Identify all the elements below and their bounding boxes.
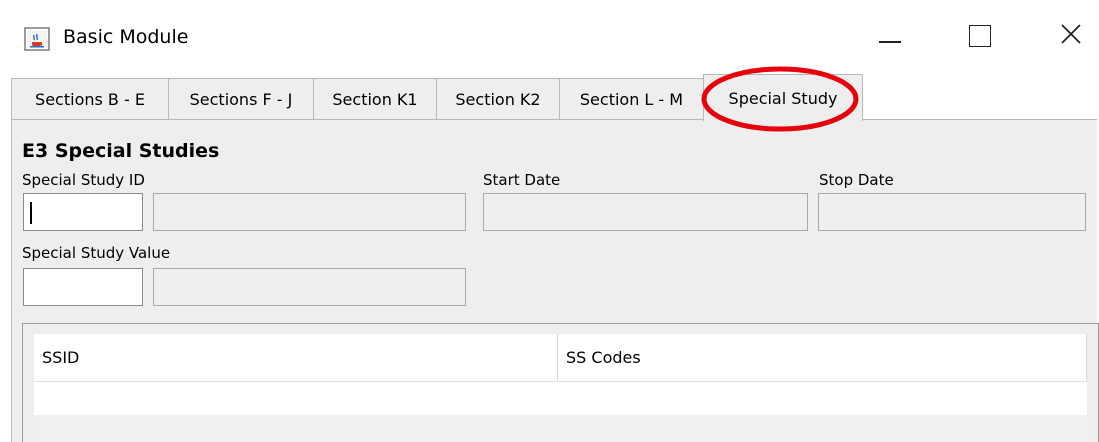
tab-section-k1[interactable]: Section K1 (313, 78, 437, 120)
maximize-icon (969, 25, 991, 47)
start-date-label: Start Date (483, 171, 561, 189)
special-study-table[interactable]: SSID SS Codes (34, 334, 1087, 442)
special-study-value-input[interactable] (23, 268, 143, 306)
section-title: E3 Special Studies (22, 140, 220, 162)
special-study-panel: E3 Special Studies Special Study ID Star… (11, 119, 1099, 442)
tab-strip: Sections B - E Sections F - J Section K1… (11, 74, 1099, 121)
close-button[interactable] (1046, 16, 1096, 56)
tab-sections-f-j[interactable]: Sections F - J (168, 78, 314, 120)
tab-section-k2[interactable]: Section K2 (436, 78, 560, 120)
special-study-value-label: Special Study Value (22, 244, 171, 262)
close-icon (1060, 23, 1082, 49)
window-title: Basic Module (63, 26, 189, 48)
column-header-ssid[interactable]: SSID (34, 334, 558, 382)
maximize-button[interactable] (955, 16, 1005, 56)
special-study-id-input[interactable] (23, 193, 143, 231)
minimize-icon (879, 41, 901, 43)
basic-module-window: Basic Module Sections B - E Sections F -… (0, 0, 1099, 442)
title-bar: Basic Module (0, 0, 1099, 70)
java-coffee-icon (24, 27, 50, 51)
special-study-value-description (153, 268, 466, 306)
table-row (34, 382, 1087, 415)
start-date-field (483, 193, 808, 231)
special-study-table-container: SSID SS Codes (22, 323, 1099, 442)
column-header-ss-codes[interactable]: SS Codes (558, 334, 1087, 382)
tab-section-l-m[interactable]: Section L - M (559, 78, 704, 120)
special-study-id-label: Special Study ID (22, 171, 145, 189)
table-row (34, 415, 1087, 442)
stop-date-label: Stop Date (819, 171, 894, 189)
text-caret (30, 202, 32, 224)
tab-special-study[interactable]: Special Study (703, 74, 863, 121)
minimize-button[interactable] (865, 16, 915, 56)
stop-date-field (818, 193, 1086, 231)
special-study-id-description (153, 193, 466, 231)
tab-sections-b-e[interactable]: Sections B - E (11, 78, 169, 120)
